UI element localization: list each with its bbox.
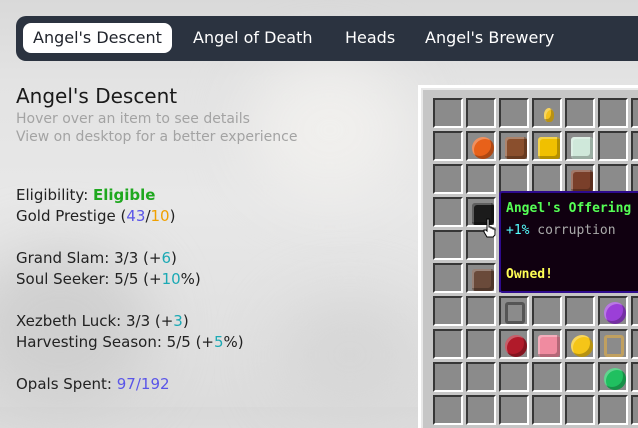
ender-eye-icon (604, 302, 626, 324)
info-panel: Angel's Descent Hover over an item to se… (16, 84, 297, 146)
tooltip-effect: +1% corruption (506, 223, 616, 238)
harvesting-season-line: Harvesting Season: 5/5 (+5%) (16, 333, 244, 351)
inventory-slot[interactable] (499, 395, 529, 425)
inventory-slot[interactable] (532, 329, 562, 359)
golden-helmet-icon (538, 137, 560, 159)
inventory-slot[interactable] (598, 98, 628, 128)
inventory-slot[interactable] (565, 395, 595, 425)
inventory-slot[interactable] (466, 395, 496, 425)
hand-cursor-icon (483, 218, 496, 238)
inventory-slot[interactable] (433, 98, 463, 128)
inventory-slot[interactable] (565, 164, 595, 194)
inventory-slot[interactable] (631, 329, 638, 359)
inventory-slot[interactable] (466, 263, 496, 293)
inventory-slot[interactable] (598, 329, 628, 359)
inventory-slot[interactable] (565, 329, 595, 359)
inventory-slot[interactable] (631, 395, 638, 425)
eligibility-line: Eligibility: Eligible (16, 186, 156, 204)
inventory-slot[interactable] (433, 329, 463, 359)
inventory-slot[interactable] (532, 98, 562, 128)
inventory-slot[interactable] (466, 329, 496, 359)
inventory-slot[interactable] (532, 164, 562, 194)
inventory-slot[interactable] (565, 296, 595, 326)
soul-seeker-line: Soul Seeker: 5/5 (+10%) (16, 270, 201, 288)
inventory-slot[interactable] (499, 98, 529, 128)
note-block-icon (472, 269, 494, 291)
tooltip-title: Angel's Offering (506, 201, 632, 216)
inventory-slot[interactable] (499, 329, 529, 359)
feather-icon (571, 137, 593, 159)
xezbeth-luck-line: Xezbeth Luck: 3/3 (+3) (16, 312, 189, 330)
inventory-slot[interactable] (433, 197, 463, 227)
inventory-slot[interactable] (631, 296, 638, 326)
inventory-slot[interactable] (532, 296, 562, 326)
item-tooltip: Angel's Offering +1% corruption Owned! (499, 191, 638, 293)
inventory-slot[interactable] (466, 98, 496, 128)
gold-prestige-line: Gold Prestige (43/10) (16, 207, 176, 225)
eligibility-status: Eligible (93, 186, 156, 204)
tab-angels-brewery[interactable]: Angel's Brewery (415, 23, 564, 53)
inventory-slot[interactable] (433, 362, 463, 392)
desktop-hint: View on desktop for a better experience (16, 129, 298, 145)
inventory-slot[interactable] (499, 362, 529, 392)
inventory-slot[interactable] (532, 131, 562, 161)
inventory-slot[interactable] (466, 164, 496, 194)
golden-shard-icon (544, 108, 554, 122)
inventory-slot[interactable] (532, 362, 562, 392)
inventory-slot[interactable] (433, 395, 463, 425)
inventory-slot[interactable] (433, 230, 463, 260)
inventory-slot[interactable] (433, 263, 463, 293)
inventory-slot[interactable] (631, 131, 638, 161)
inventory-slot[interactable] (499, 296, 529, 326)
tab-angel-of-death[interactable]: Angel of Death (183, 23, 323, 53)
tab-angels-descent[interactable]: Angel's Descent (23, 23, 172, 53)
inventory-slot[interactable] (499, 131, 529, 161)
inventory-slot[interactable] (565, 98, 595, 128)
inventory-slot[interactable] (631, 164, 638, 194)
tooltip-owned: Owned! (506, 267, 553, 282)
inventory-slot[interactable] (631, 98, 638, 128)
inventory-slot[interactable] (598, 164, 628, 194)
redstone-icon (505, 335, 527, 357)
inventory-slot[interactable] (598, 362, 628, 392)
inventory-slot[interactable] (433, 164, 463, 194)
inventory-slot[interactable] (532, 395, 562, 425)
golden-apple-icon (571, 335, 593, 357)
lead-icon (505, 302, 525, 324)
inventory-slot[interactable] (598, 395, 628, 425)
inventory-slot[interactable] (466, 296, 496, 326)
page-title: Angel's Descent (16, 84, 178, 108)
hover-hint: Hover over an item to see details (16, 111, 250, 127)
tab-heads[interactable]: Heads (335, 23, 405, 53)
opals-spent-line: Opals Spent: 97/192 (16, 375, 170, 393)
inventory-slot[interactable] (499, 164, 529, 194)
grand-slam-line: Grand Slam: 3/3 (+6) (16, 249, 177, 267)
inventory-slot[interactable] (631, 362, 638, 392)
inventory-slot[interactable] (433, 296, 463, 326)
inventory-slot[interactable] (565, 362, 595, 392)
tab-bar: Angel's Descent Angel of Death Heads Ang… (16, 16, 638, 61)
inventory-slot[interactable] (466, 362, 496, 392)
inventory-slot[interactable] (466, 131, 496, 161)
inventory-slot[interactable] (598, 296, 628, 326)
tripwire-hook-icon (604, 335, 624, 357)
inventory-slot[interactable] (565, 131, 595, 161)
background-blur (280, 300, 420, 410)
pink-wool-icon (538, 335, 560, 357)
enchanted-book-icon (571, 170, 593, 192)
fruit-icon (472, 137, 494, 159)
emerald-icon (604, 368, 626, 390)
cocoa-beans-icon (505, 137, 527, 159)
inventory-slot[interactable] (598, 131, 628, 161)
inventory-slot[interactable] (433, 131, 463, 161)
